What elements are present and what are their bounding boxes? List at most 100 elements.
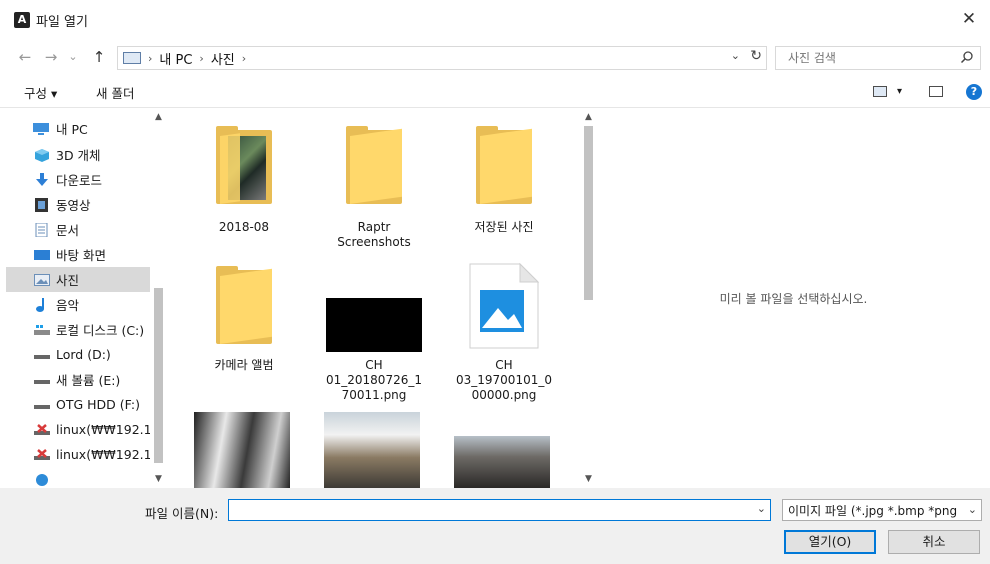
- sidebar-item-drive-d[interactable]: Lord (D:): [6, 342, 154, 367]
- sidebar-item-label: 새 볼륨 (E:): [56, 373, 121, 388]
- breadcrumb-separator[interactable]: ›: [199, 52, 203, 65]
- folder-with-photo-icon: [216, 126, 272, 204]
- view-dropdown[interactable]: ▾: [897, 86, 902, 97]
- new-folder-button[interactable]: 새 폴더: [96, 83, 134, 102]
- preview-pane: 미리 볼 파일을 선택하십시오.: [597, 110, 990, 488]
- navigation-pane: 내 PC 3D 개체 다운로드 동영상 문서 바탕 화면 사진 음악 로컬 디스…: [0, 110, 172, 488]
- back-button[interactable]: ←: [16, 48, 34, 66]
- filename-label: 파일 이름(N):: [145, 506, 219, 521]
- pictures-location-icon: [123, 52, 141, 64]
- pictures-icon: [34, 273, 50, 287]
- image-file-icon: [469, 262, 540, 349]
- breadcrumb-pictures[interactable]: 사진: [211, 49, 235, 68]
- sidebar-item-label: OTG HDD (F:): [56, 397, 140, 412]
- file-name: 2018-08: [218, 220, 270, 234]
- network-drive-icon: [34, 448, 50, 462]
- recent-locations-dropdown[interactable]: ⌄: [64, 48, 82, 66]
- document-icon: [34, 222, 50, 237]
- sidebar-item-label: linux(₩₩192.16: [56, 422, 154, 437]
- image-thumbnail[interactable]: [194, 412, 290, 488]
- file-item-ch01-png[interactable]: CH 01_20180726_1 70011.png: [318, 260, 430, 410]
- drive-icon: [34, 398, 50, 412]
- sidebar-item-drive-f[interactable]: OTG HDD (F:): [6, 392, 154, 417]
- sidebar-item-pictures[interactable]: 사진: [6, 267, 154, 292]
- sidebar-item-label: 문서: [56, 223, 80, 238]
- file-name: CH 03_19700101_0 00000.png: [456, 358, 552, 402]
- forward-button[interactable]: →: [42, 48, 60, 66]
- file-list: 2018-08 Raptr Screenshots 저장된 사진 카메라 앨범 …: [172, 110, 597, 488]
- sidebar-item-label: 사진: [56, 273, 80, 288]
- refresh-icon[interactable]: ↻: [750, 48, 762, 64]
- sidebar-item-network[interactable]: [6, 470, 154, 488]
- folder-icon: [216, 266, 272, 344]
- sidebar-item-documents[interactable]: 문서: [6, 217, 154, 242]
- breadcrumb-pc[interactable]: 내 PC: [159, 49, 192, 68]
- window-title: 파일 열기: [36, 15, 88, 30]
- image-thumbnail[interactable]: [454, 436, 550, 488]
- file-list-scrollbar[interactable]: ▲ ▼: [580, 110, 597, 488]
- navigation-scrollbar[interactable]: ▲ ▼: [150, 110, 167, 488]
- scrollbar-thumb[interactable]: [584, 126, 593, 300]
- scroll-down-arrow[interactable]: ▼: [150, 474, 167, 484]
- file-item-camera-roll[interactable]: 카메라 앨범: [188, 260, 300, 380]
- file-item-saved-pictures[interactable]: 저장된 사진: [448, 118, 560, 238]
- help-icon[interactable]: ?: [966, 84, 982, 100]
- filename-combobox[interactable]: ⌄: [228, 499, 771, 521]
- chevron-down-icon[interactable]: ⌄: [757, 502, 766, 515]
- sidebar-item-label: 로컬 디스크 (C:): [56, 323, 145, 338]
- search-input[interactable]: [788, 48, 948, 68]
- scroll-up-arrow[interactable]: ▲: [150, 112, 167, 122]
- pc-icon: [32, 122, 50, 136]
- sidebar-item-3d-objects[interactable]: 3D 개체: [6, 142, 154, 167]
- filename-input[interactable]: [233, 501, 748, 519]
- file-item-ch03-png[interactable]: CH 03_19700101_0 00000.png: [448, 260, 560, 410]
- desktop-icon: [34, 248, 50, 262]
- address-dropdown-icon[interactable]: ⌄: [731, 49, 740, 62]
- sidebar-item-label: linux(₩₩192.16: [56, 447, 154, 462]
- folder-icon: [476, 126, 532, 204]
- search-box[interactable]: [775, 46, 981, 70]
- sidebar-item-drive-e[interactable]: 새 볼륨 (E:): [6, 367, 154, 392]
- sidebar-item-desktop[interactable]: 바탕 화면: [6, 242, 154, 267]
- close-button[interactable]: ✕: [958, 9, 980, 29]
- sidebar-item-music[interactable]: 음악: [6, 292, 154, 317]
- filetype-value: 이미지 파일 (*.jpg *.bmp *png: [788, 503, 958, 518]
- preview-message: 미리 볼 파일을 선택하십시오.: [719, 292, 868, 306]
- breadcrumb-separator[interactable]: ›: [242, 52, 246, 65]
- file-item-2018-08[interactable]: 2018-08: [188, 118, 300, 238]
- sidebar-item-network-drive-2[interactable]: linux(₩₩192.16: [6, 442, 154, 467]
- up-button[interactable]: ↑: [90, 48, 108, 66]
- drive-icon: [34, 348, 50, 362]
- folder-icon: [346, 126, 402, 204]
- sidebar-item-label: 3D 개체: [56, 148, 101, 163]
- breadcrumb-separator[interactable]: ›: [148, 52, 152, 65]
- file-name: CH 01_20180726_1 70011.png: [326, 358, 422, 402]
- sidebar-item-label: 다운로드: [56, 173, 103, 188]
- sidebar-item-label: 내 PC: [56, 122, 88, 137]
- preview-pane-icon[interactable]: [929, 86, 943, 97]
- sidebar-item-network-drive-1[interactable]: linux(₩₩192.16: [6, 417, 154, 442]
- sidebar-item-label: 동영상: [56, 198, 91, 213]
- sidebar-item-label: 바탕 화면: [56, 248, 106, 263]
- filetype-select[interactable]: 이미지 파일 (*.jpg *.bmp *png ⌄: [782, 499, 982, 521]
- sidebar-item-local-disk-c[interactable]: 로컬 디스크 (C:): [6, 317, 154, 342]
- scroll-up-arrow[interactable]: ▲: [580, 112, 597, 122]
- search-icon[interactable]: [960, 50, 974, 64]
- cancel-button[interactable]: 취소: [888, 530, 980, 554]
- sidebar-item-videos[interactable]: 동영상: [6, 192, 154, 217]
- navigation-row: ← → ⌄ ↑ › 내 PC › 사진 › ⌄ ↻: [0, 44, 990, 72]
- dialog-footer: 파일 이름(N): ⌄ 이미지 파일 (*.jpg *.bmp *png ⌄ 열…: [0, 488, 990, 564]
- cube-icon: [34, 148, 50, 162]
- sidebar-item-this-pc[interactable]: 내 PC: [6, 116, 154, 141]
- sidebar-item-downloads[interactable]: 다운로드: [6, 167, 154, 192]
- view-options-icon[interactable]: [873, 86, 887, 97]
- scrollbar-thumb[interactable]: [154, 288, 163, 463]
- open-button[interactable]: 열기(O): [784, 530, 876, 554]
- chevron-down-icon[interactable]: ⌄: [968, 503, 977, 516]
- scroll-down-arrow[interactable]: ▼: [580, 474, 597, 484]
- file-item-raptr-screenshots[interactable]: Raptr Screenshots: [318, 118, 430, 258]
- address-bar[interactable]: › 내 PC › 사진 › ⌄ ↻: [117, 46, 767, 70]
- organize-button[interactable]: 구성 ▾: [24, 83, 57, 102]
- image-thumbnail[interactable]: [324, 412, 420, 488]
- download-icon: [34, 172, 50, 187]
